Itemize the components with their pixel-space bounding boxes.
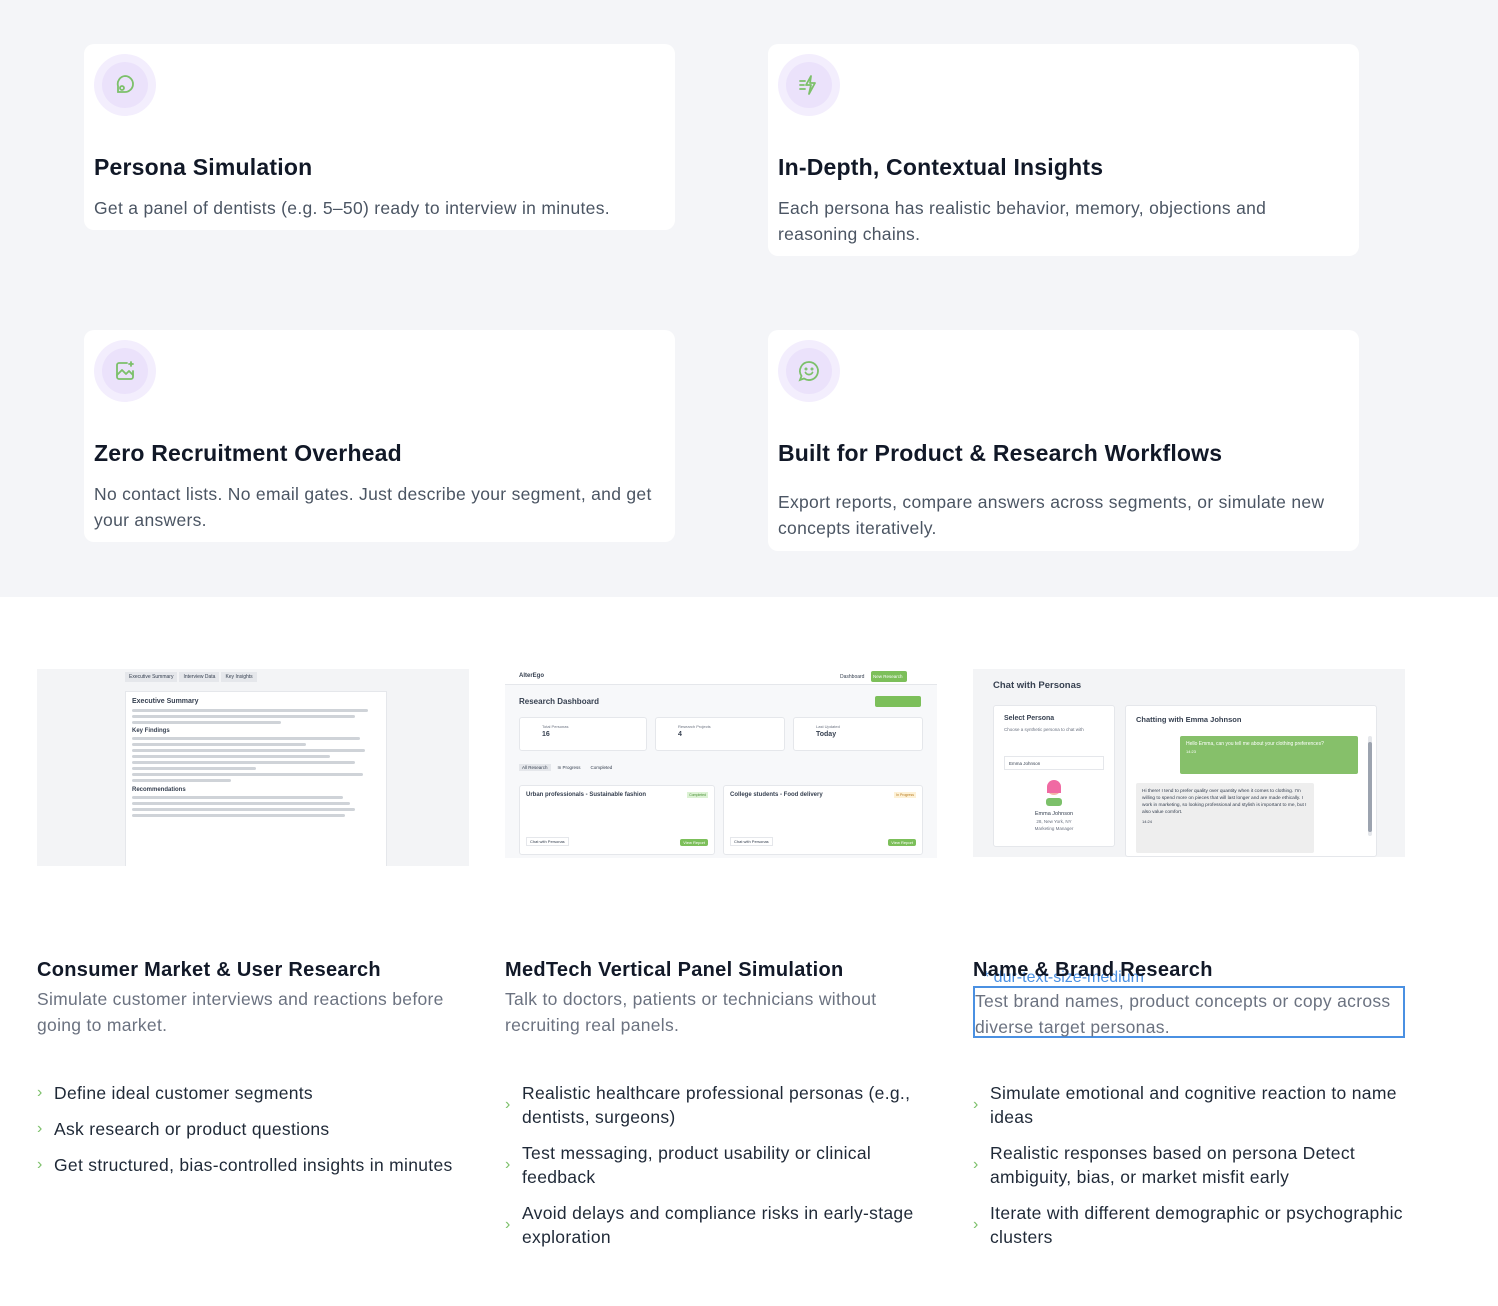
tab-key-insights[interactable]: Key Insights bbox=[221, 672, 257, 682]
chevron-right-icon: › bbox=[37, 1120, 43, 1137]
feature-desc: Export reports, compare answers across s… bbox=[778, 492, 1325, 538]
list-item: › Realistic healthcare professional perso… bbox=[505, 1083, 911, 1127]
features-section: Persona Simulation Get a panel of dentis… bbox=[0, 0, 1498, 597]
feature-desc: Each persona has realistic behavior, mem… bbox=[778, 198, 1267, 244]
report-subheading-recommendations: Recommendations bbox=[132, 787, 186, 793]
feature-title: Built for Product & Research Workflows bbox=[778, 440, 1223, 466]
view-report-button[interactable]: View Report bbox=[680, 839, 708, 846]
use-case-desc: Talk to doctors, patients or technicians… bbox=[505, 989, 877, 1035]
tab-executive-summary[interactable]: Executive Summary bbox=[125, 672, 178, 682]
view-report-button[interactable]: View Report bbox=[888, 839, 916, 846]
list-item: › Iterate with different demographic or p… bbox=[973, 1203, 1403, 1247]
feature-desc: Get a panel of dentists (e.g. 5–50) read… bbox=[94, 198, 610, 218]
use-case-desc[interactable]: Test brand names, product concepts or co… bbox=[973, 986, 1405, 1038]
stat-card-updated: Last Updated Today bbox=[793, 717, 923, 751]
status-badge: Completed bbox=[687, 792, 708, 798]
chat-panel: Chatting with Emma Johnson Hello Emma, c… bbox=[1125, 705, 1377, 857]
chevron-right-icon: › bbox=[973, 1096, 979, 1113]
image-sparkle-icon bbox=[94, 340, 156, 402]
chevron-right-icon: › bbox=[973, 1216, 979, 1233]
use-case-title: MedTech Vertical Panel Simulation bbox=[505, 959, 844, 981]
avatar bbox=[1042, 778, 1066, 806]
list-item: › Test messaging, product usability or cl… bbox=[505, 1143, 872, 1187]
list-item: › Realistic responses based on persona De… bbox=[973, 1143, 1356, 1187]
stat-card-personas: Total Personas 16 bbox=[519, 717, 647, 751]
smile-chat-icon bbox=[778, 340, 840, 402]
use-case-bullets: › Define ideal customer segments › Ask res… bbox=[37, 1081, 477, 1189]
feature-title: Zero Recruitment Overhead bbox=[94, 440, 402, 466]
chat-with-personas-button[interactable]: Chat with Personas bbox=[730, 837, 773, 846]
stat-card-projects: Research Projects 4 bbox=[655, 717, 785, 751]
use-case-desc: Simulate customer interviews and reactio… bbox=[37, 989, 444, 1035]
use-case-bullets: › Simulate emotional and cognitive reacti… bbox=[973, 1081, 1413, 1261]
tab-in-progress[interactable]: In Progress bbox=[555, 764, 584, 771]
feature-card-contextual-insights: In-Depth, Contextual Insights Each perso… bbox=[768, 44, 1359, 256]
filter-tabs: All Research In Progress Completed bbox=[519, 764, 615, 771]
chevron-right-icon: › bbox=[505, 1216, 511, 1233]
new-research-button[interactable]: New Research bbox=[871, 671, 907, 682]
list-item: › Simulate emotional and cognitive reacti… bbox=[973, 1083, 1397, 1127]
feature-card-zero-recruitment: Zero Recruitment Overhead No contact lis… bbox=[84, 330, 675, 542]
screenshot-research-dashboard: AlterEgo Dashboard New Research Research… bbox=[505, 669, 937, 858]
scrollbar[interactable] bbox=[1368, 736, 1372, 836]
persona-select[interactable]: Emma Johnson bbox=[1004, 756, 1104, 770]
tab-interview-data[interactable]: Interview Data bbox=[179, 672, 220, 682]
user-message: Hello Emma, can you tell me about your c… bbox=[1180, 736, 1358, 774]
use-case-brand-research: Chat with Personas Select Persona Choose… bbox=[973, 669, 1405, 1247]
feature-title: In-Depth, Contextual Insights bbox=[778, 154, 1104, 180]
brand-logo: AlterEgo bbox=[519, 673, 545, 679]
chevron-right-icon: › bbox=[37, 1156, 43, 1173]
use-case-medtech: AlterEgo Dashboard New Research Research… bbox=[505, 669, 937, 1247]
chat-with-personas-button[interactable]: Chat with Personas bbox=[526, 837, 569, 846]
persona-message: Hi there! I tend to prefer quality over … bbox=[1136, 783, 1314, 853]
status-badge: In Progress bbox=[894, 792, 916, 798]
list-item: › Avoid delays and compliance risks in ea… bbox=[505, 1203, 914, 1247]
use-case-consumer-research: Executive Summary Interview Data Key Ins… bbox=[37, 669, 469, 1175]
dashboard-title: Research Dashboard bbox=[519, 697, 600, 706]
lightning-icon bbox=[778, 54, 840, 116]
chevron-right-icon: › bbox=[505, 1096, 511, 1113]
use-case-bullets: › Realistic healthcare professional perso… bbox=[505, 1081, 945, 1261]
screenshot-executive-summary: Executive Summary Interview Data Key Ins… bbox=[37, 669, 469, 866]
use-case-title: Name & Brand Research bbox=[973, 959, 1213, 981]
chat-bubble-icon bbox=[94, 54, 156, 116]
nav-dashboard[interactable]: Dashboard bbox=[840, 674, 864, 680]
feature-card-persona-simulation: Persona Simulation Get a panel of dentis… bbox=[84, 44, 675, 230]
use-case-title: Consumer Market & User Research bbox=[37, 959, 381, 981]
chevron-right-icon: › bbox=[37, 1084, 43, 1101]
project-card[interactable]: Urban professionals - Sustainable fashio… bbox=[519, 785, 715, 855]
tab-all-research[interactable]: All Research bbox=[519, 764, 551, 771]
feature-card-workflows: Built for Product & Research Workflows E… bbox=[768, 330, 1359, 551]
chevron-right-icon: › bbox=[505, 1156, 511, 1173]
list-item: › Get structured, bias-controlled insight… bbox=[37, 1155, 453, 1175]
tab-completed[interactable]: Completed bbox=[588, 764, 616, 771]
report-heading: Executive Summary bbox=[132, 698, 199, 705]
report-document: Executive Summary Key Findings Recommend… bbox=[125, 691, 387, 866]
feature-title: Persona Simulation bbox=[94, 154, 313, 180]
chat-page-title: Chat with Personas bbox=[993, 680, 1082, 691]
report-subheading-findings: Key Findings bbox=[132, 728, 170, 734]
list-item: › Ask research or product questions bbox=[37, 1119, 330, 1139]
report-tabs: Executive Summary Interview Data Key Ins… bbox=[125, 672, 257, 682]
chevron-right-icon: › bbox=[973, 1156, 979, 1173]
feature-desc: No contact lists. No email gates. Just d… bbox=[94, 484, 652, 530]
list-item: › Define ideal customer segments bbox=[37, 1083, 313, 1103]
persona-selector-panel: Select Persona Choose a synthetic person… bbox=[993, 705, 1115, 847]
project-card[interactable]: College students - Food delivery In Prog… bbox=[723, 785, 923, 855]
screenshot-chat-with-personas: Chat with Personas Select Persona Choose… bbox=[973, 669, 1405, 857]
new-research-button-2[interactable] bbox=[875, 696, 921, 707]
